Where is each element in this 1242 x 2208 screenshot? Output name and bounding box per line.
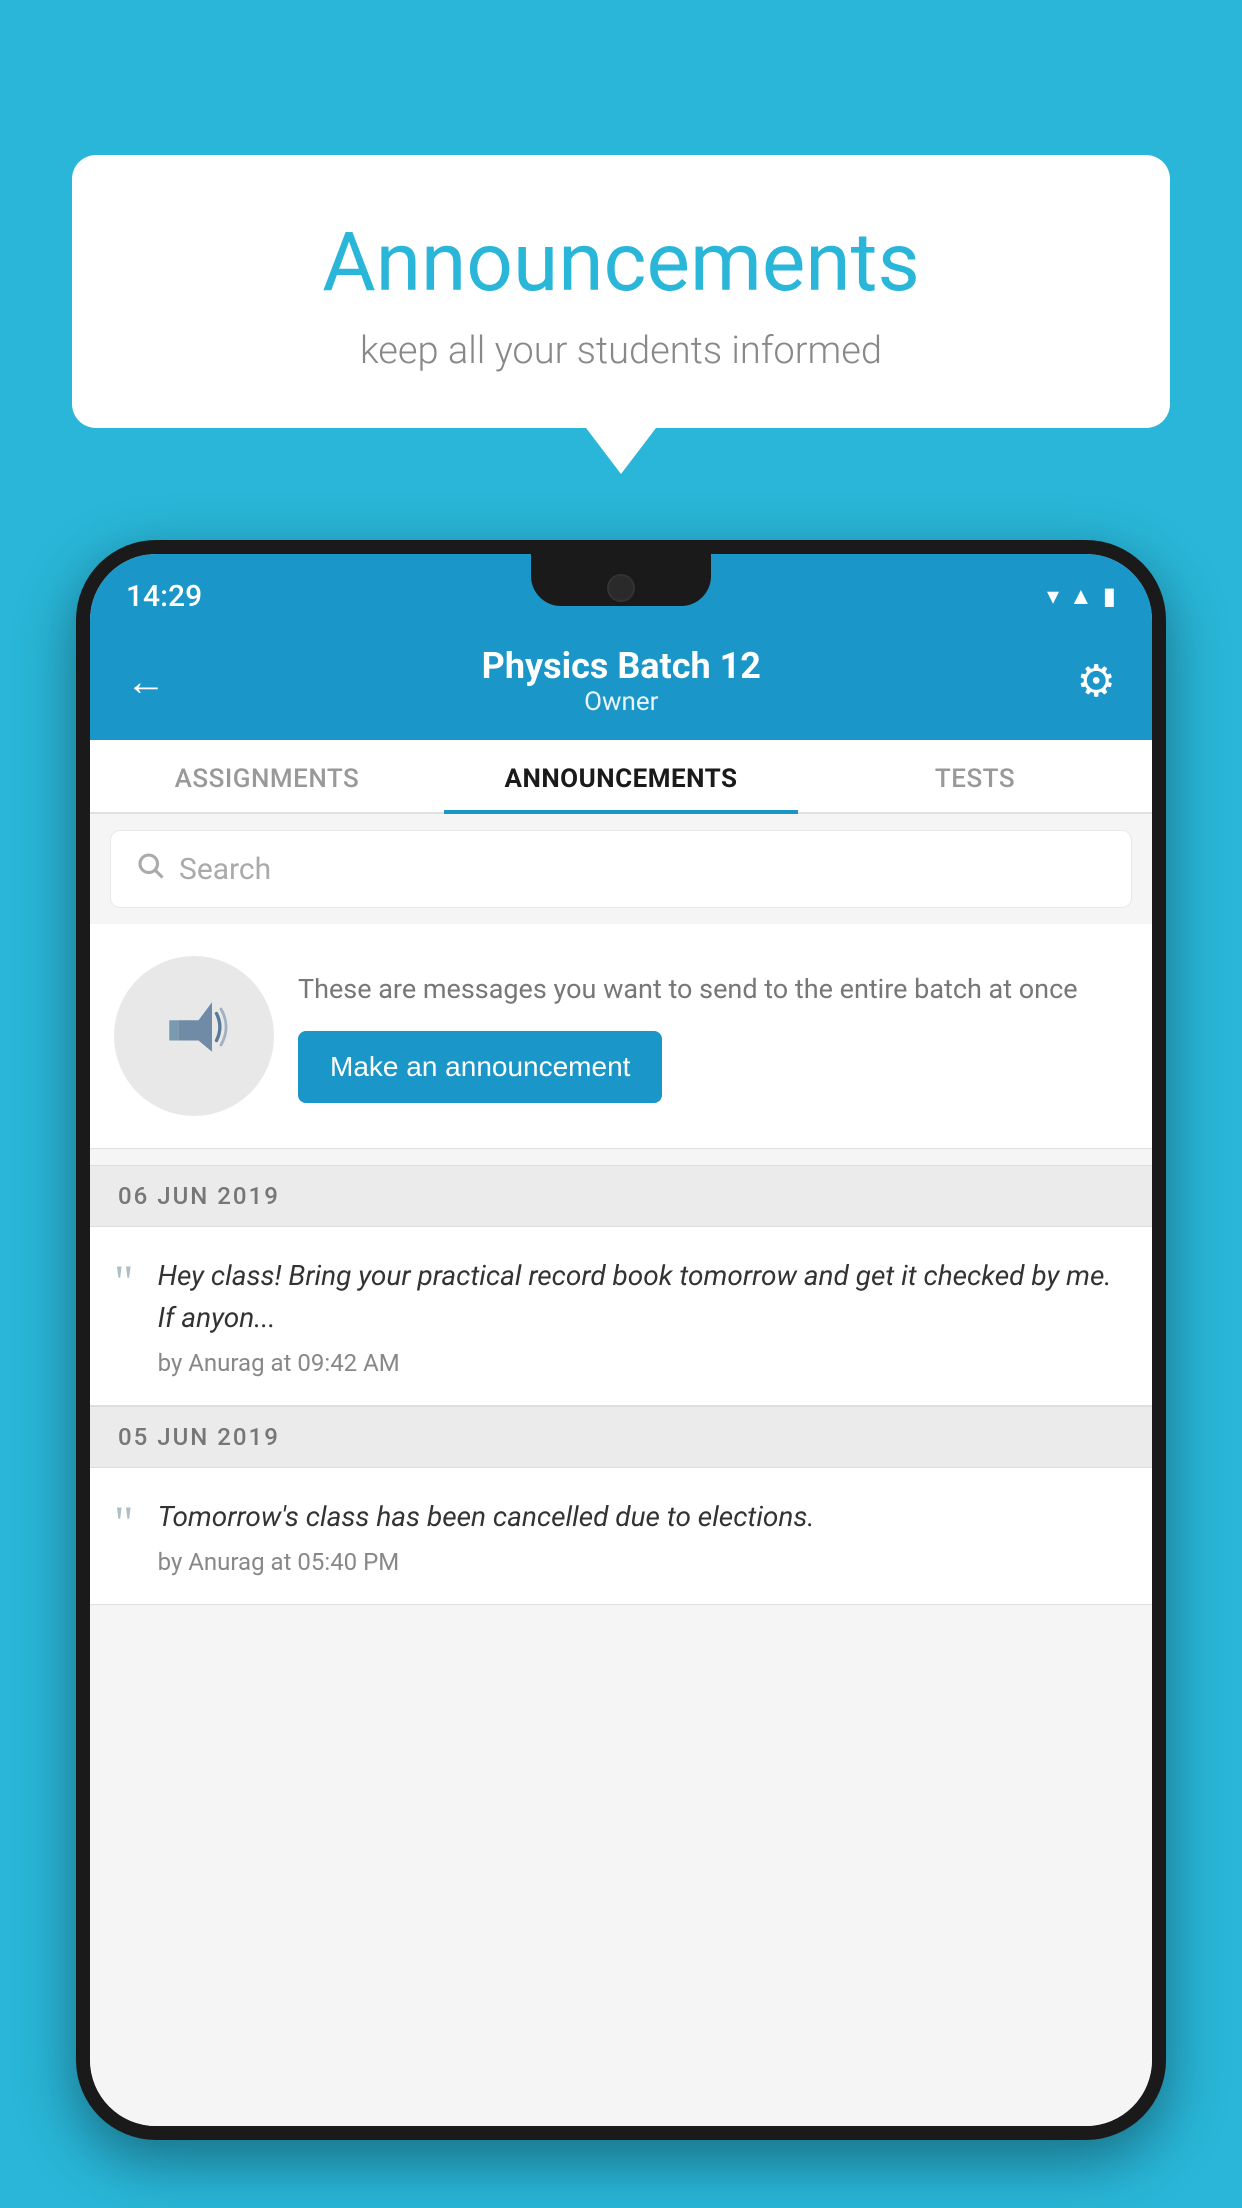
announcement-text-2: Tomorrow's class has been cancelled due … [158, 1496, 815, 1538]
phone-outer: 14:29 ▾ ▲ ▮ ← Physics Batch 12 Owner ⚙ [76, 540, 1166, 2140]
announcement-item-2: " Tomorrow's class has been cancelled du… [90, 1468, 1152, 1605]
search-icon [135, 849, 165, 889]
battery-icon: ▮ [1103, 582, 1116, 610]
tabs-bar: ASSIGNMENTS ANNOUNCEMENTS TESTS [90, 740, 1152, 814]
announcement-text-1: Hey class! Bring your practical record b… [158, 1255, 1128, 1339]
tab-tests[interactable]: TESTS [798, 740, 1152, 812]
announcement-item-1: " Hey class! Bring your practical record… [90, 1227, 1152, 1406]
app-header: ← Physics Batch 12 Owner ⚙ [90, 622, 1152, 740]
content-area: Search [90, 814, 1152, 2126]
gear-icon[interactable]: ⚙ [1077, 655, 1116, 707]
tab-assignments[interactable]: ASSIGNMENTS [90, 740, 444, 812]
promo-icon-circle [114, 956, 274, 1116]
tab-announcements[interactable]: ANNOUNCEMENTS [444, 740, 798, 812]
search-placeholder: Search [179, 852, 271, 887]
promo-description: These are messages you want to send to t… [298, 969, 1128, 1010]
promo-content: These are messages you want to send to t… [298, 969, 1128, 1104]
header-title: Physics Batch 12 [166, 645, 1077, 687]
announcement-content-2: Tomorrow's class has been cancelled due … [158, 1496, 815, 1576]
status-icons: ▾ ▲ ▮ [1047, 582, 1116, 611]
bubble-subtitle: keep all your students informed [132, 329, 1110, 373]
megaphone-icon [158, 991, 230, 1081]
search-bar[interactable]: Search [110, 830, 1132, 908]
header-subtitle: Owner [166, 687, 1077, 717]
speech-bubble: Announcements keep all your students inf… [72, 155, 1170, 428]
phone-wrapper: 14:29 ▾ ▲ ▮ ← Physics Batch 12 Owner ⚙ [76, 540, 1166, 2208]
phone-notch [531, 554, 711, 606]
date-divider-2: 05 JUN 2019 [90, 1406, 1152, 1468]
announcement-content-1: Hey class! Bring your practical record b… [158, 1255, 1128, 1377]
date-divider-1: 06 JUN 2019 [90, 1165, 1152, 1227]
phone-camera [607, 574, 635, 602]
back-button[interactable]: ← [126, 658, 166, 705]
speech-bubble-section: Announcements keep all your students inf… [72, 155, 1170, 428]
header-center: Physics Batch 12 Owner [166, 645, 1077, 717]
status-time: 14:29 [126, 579, 202, 614]
wifi-icon: ▾ [1047, 582, 1059, 610]
phone-screen: 14:29 ▾ ▲ ▮ ← Physics Batch 12 Owner ⚙ [90, 554, 1152, 2126]
quote-icon-2: " [114, 1500, 134, 1548]
bubble-title: Announcements [132, 215, 1110, 311]
make-announcement-button[interactable]: Make an announcement [298, 1031, 662, 1103]
quote-icon-1: " [114, 1259, 134, 1307]
announcement-promo: These are messages you want to send to t… [90, 924, 1152, 1149]
announcement-meta-1: by Anurag at 09:42 AM [158, 1349, 1128, 1377]
announcement-meta-2: by Anurag at 05:40 PM [158, 1548, 815, 1576]
signal-icon: ▲ [1069, 582, 1093, 611]
